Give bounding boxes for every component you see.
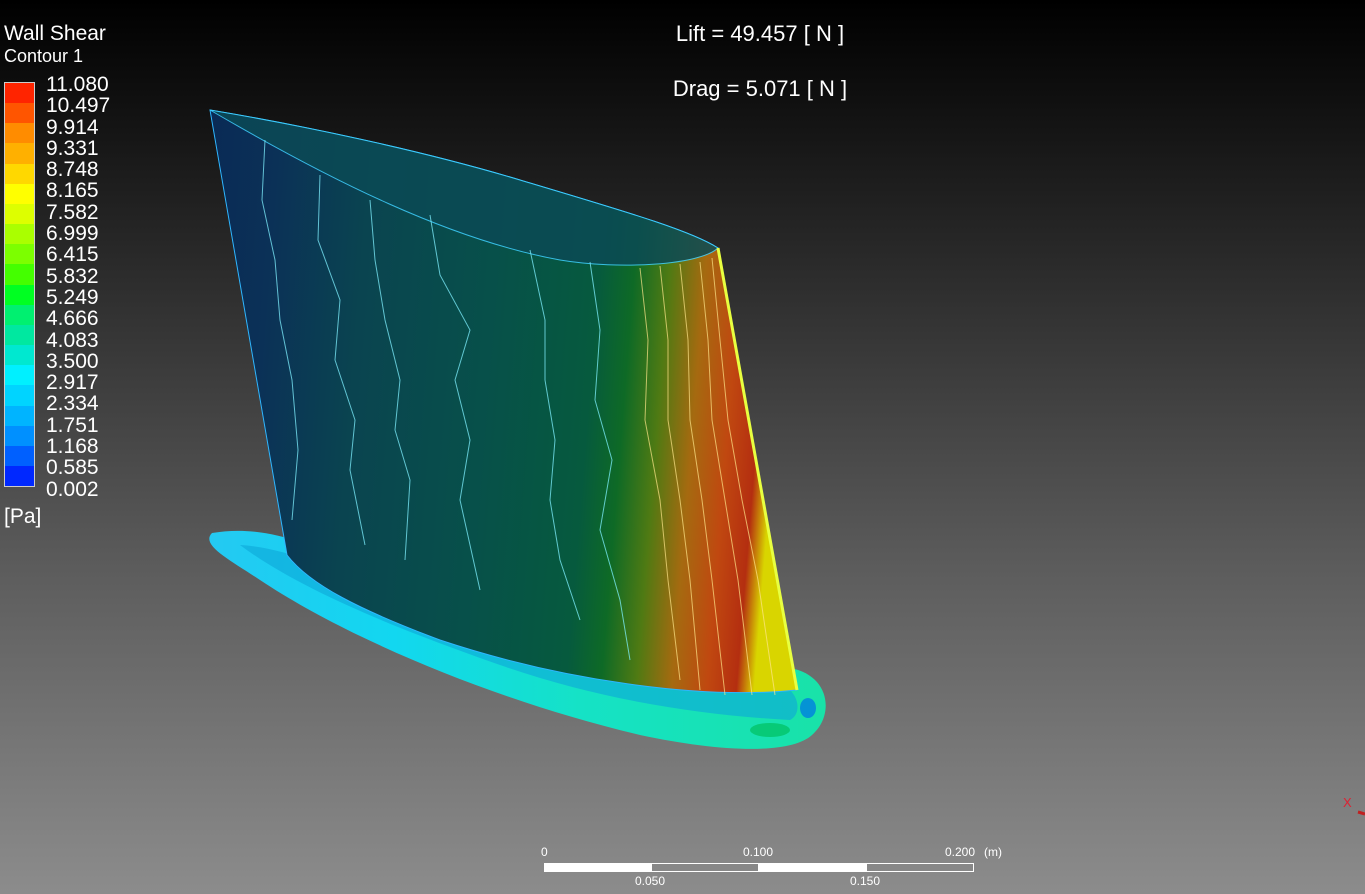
- legend-color-swatch: [5, 224, 34, 245]
- axis-x-label: X: [1343, 795, 1352, 810]
- drag-readout: Drag = 5.071 [ N ]: [672, 76, 848, 101]
- legend-color-swatch: [5, 365, 34, 386]
- legend-color-swatch: [5, 345, 34, 366]
- scale-label-0: 0: [541, 845, 548, 859]
- legend-tick-label: 11.080: [46, 73, 109, 96]
- legend-color-swatch: [5, 163, 34, 184]
- legend-unit: [Pa]: [4, 505, 42, 528]
- legend-tick-label: 4.083: [46, 328, 99, 352]
- legend-tick-labels: 11.080 10.497 9.914 9.331 8.748 8.165 7.582 6.9…: [46, 74, 110, 500]
- legend-color-swatch: [5, 284, 34, 305]
- scale-label-0050: 0.050: [635, 874, 666, 888]
- axis-triad: [1357, 810, 1365, 816]
- scale-label-0200: 0.200: [945, 845, 976, 859]
- legend-tick-label: 9.331: [46, 136, 99, 160]
- legend-color-swatch: [5, 425, 34, 446]
- legend-color-swatch: [5, 203, 34, 225]
- scale-segment: [544, 863, 652, 872]
- legend-tick-label: 2.334: [46, 392, 99, 416]
- legend-color-swatch: [5, 445, 34, 466]
- legend-tick-label: 8.748: [46, 158, 99, 182]
- color-legend: Wall Shear Contour 1 11.080 10.497 9.914 9.…: [4, 22, 110, 528]
- scale-segment: [651, 863, 759, 872]
- legend-tick-label: 0.585: [46, 456, 99, 480]
- legend-tick-label: 8.165: [46, 179, 99, 203]
- viewport-render[interactable]: [0, 0, 1365, 894]
- legend-color-swatch: [5, 304, 34, 325]
- legend-tick-label: 3.500: [46, 349, 99, 373]
- legend-color-swatch: [5, 83, 34, 104]
- legend-color-swatch: [5, 385, 34, 406]
- scale-segment: [758, 863, 867, 872]
- legend-tick-label: 2.917: [46, 371, 99, 395]
- legend-tick-label: 6.999: [46, 222, 99, 246]
- legend-color-swatch: [5, 465, 34, 487]
- legend-tick-label: 9.914: [46, 115, 99, 139]
- scale-label-0150: 0.150: [850, 874, 881, 888]
- legend-color-swatch: [5, 103, 34, 124]
- scale-bar: 0 0.100 0.200 (m) 0.050 0.150: [541, 845, 1014, 890]
- legend-color-swatch: [5, 244, 34, 265]
- legend-tick-label: 5.832: [46, 264, 99, 288]
- scale-label-0100: 0.100: [743, 845, 774, 859]
- legend-color-swatch: [5, 324, 34, 346]
- legend-tick-label: 6.415: [46, 243, 99, 267]
- legend-tick-label: 1.751: [46, 413, 99, 437]
- legend-tick-label: 10.497: [46, 94, 111, 118]
- lift-readout: Lift = 49.457 [ N ]: [675, 21, 845, 46]
- legend-tick-label: 4.666: [46, 307, 99, 331]
- legend-color-swatch: [5, 143, 34, 164]
- legend-title: Wall Shear: [4, 22, 106, 45]
- legend-tick-label: 5.249: [46, 285, 99, 309]
- scale-segment: [866, 863, 974, 872]
- legend-color-swatch: [5, 264, 34, 285]
- scale-unit: (m): [984, 845, 1002, 859]
- legend-tick-label: 7.582: [46, 200, 99, 224]
- legend-color-swatch: [5, 123, 34, 144]
- legend-tick-label: 0.002: [46, 477, 99, 501]
- blade-surface: [209, 109, 799, 696]
- legend-color-swatch: [5, 405, 34, 426]
- legend-color-bar: [4, 82, 35, 487]
- legend-color-swatch: [5, 183, 34, 204]
- legend-subtitle: Contour 1: [4, 46, 84, 66]
- legend-tick-label: 1.168: [46, 435, 99, 459]
